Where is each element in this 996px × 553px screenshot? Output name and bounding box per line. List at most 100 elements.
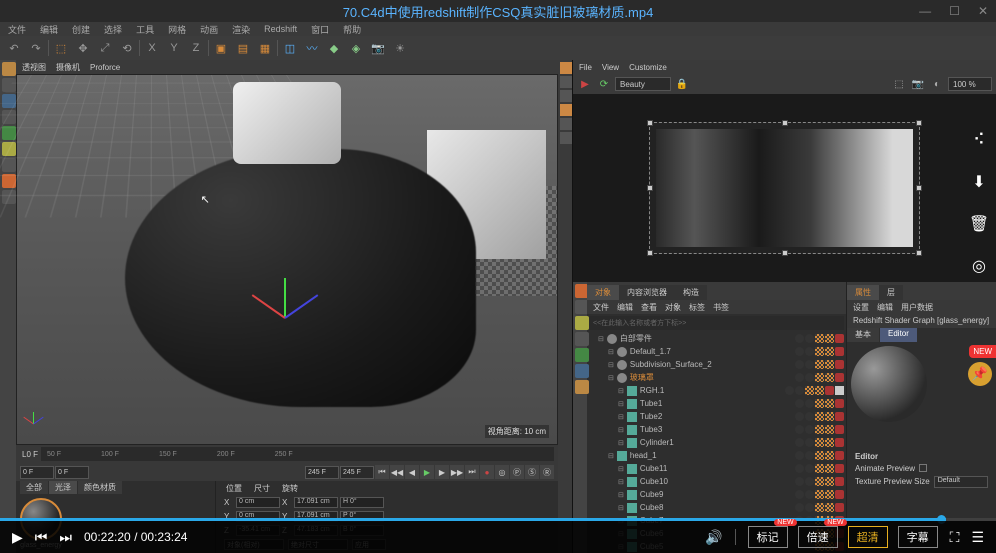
frame-start-field[interactable]: 0 F xyxy=(20,466,54,479)
mat-tab-gloss[interactable]: 光泽 xyxy=(49,481,77,494)
redo-icon[interactable]: ↷ xyxy=(26,38,46,58)
rv-render-icon[interactable]: ▶ xyxy=(577,76,593,92)
rv-channel-icon[interactable]: ◐ xyxy=(929,76,945,92)
mid-tool-5[interactable] xyxy=(560,118,572,130)
attr-preview-sphere[interactable] xyxy=(851,346,927,422)
frame-current-field[interactable]: 0 F xyxy=(55,466,89,479)
cube-icon[interactable]: ◫ xyxy=(280,38,300,58)
light-icon[interactable]: ☀ xyxy=(390,38,410,58)
tree-row[interactable]: ⊟Cylinder1 xyxy=(587,436,846,449)
tab-layer[interactable]: 层 xyxy=(879,285,903,300)
mid-tool-2[interactable] xyxy=(560,76,572,88)
frame-end-field[interactable]: 245 F xyxy=(305,466,339,479)
rv-crop-icon[interactable]: ⬚ xyxy=(891,76,907,92)
renderview-menu[interactable]: File View Customize xyxy=(573,60,996,74)
goto-end-icon[interactable]: ⏭ xyxy=(465,465,479,479)
h-rot-field[interactable]: H 0° xyxy=(340,497,384,508)
undo-icon[interactable]: ↶ xyxy=(4,38,24,58)
tree-row[interactable]: ⊟Tube1 xyxy=(587,397,846,410)
render-settings-icon[interactable]: ▤ xyxy=(233,38,253,58)
mid-tool-1[interactable] xyxy=(560,62,572,74)
rv-snapshot-icon[interactable]: 📷 xyxy=(910,76,926,92)
playlist-icon[interactable]: ☰ xyxy=(971,529,984,546)
timeline-ruler[interactable]: L0 F 50 F 100 F 150 F 200 F 250 F xyxy=(16,445,558,463)
rv-zoom-field[interactable]: 100 % xyxy=(948,77,992,91)
obj-tool-strip[interactable] xyxy=(573,282,587,553)
tree-row[interactable]: ⊟RGH.1 xyxy=(587,384,846,397)
marks-button[interactable]: 标记 NEW xyxy=(748,526,788,548)
tab-objects[interactable]: 对象 xyxy=(587,285,619,300)
mat-tab-all[interactable]: 全部 xyxy=(20,481,48,494)
volume-icon[interactable]: 🔊 xyxy=(705,529,722,546)
mid-tool-3[interactable] xyxy=(560,90,572,102)
region-handle-t[interactable] xyxy=(782,120,788,126)
prev-key-icon[interactable]: ◀◀ xyxy=(390,465,404,479)
coord-tab-size[interactable]: 尺寸 xyxy=(254,483,270,494)
mat-tab-color[interactable]: 颜色材质 xyxy=(78,481,122,494)
spline-icon[interactable]: 〰 xyxy=(302,38,322,58)
key-r-icon[interactable]: Ⓡ xyxy=(540,465,554,479)
select-tool-icon[interactable]: ⬚ xyxy=(51,38,71,58)
tree-row[interactable]: ⊟白部零件 xyxy=(587,332,846,345)
tree-row[interactable]: ⊟Default_1.7 xyxy=(587,345,846,358)
rotate-tool-icon[interactable]: ⟲ xyxy=(117,38,137,58)
attr-tab-editor[interactable]: Editor xyxy=(880,328,917,342)
close-button[interactable]: ✕ xyxy=(978,4,988,18)
subtitle-button[interactable]: 字幕 xyxy=(898,526,938,548)
tree-row[interactable]: ⊟玻璃罩 xyxy=(587,371,846,384)
animate-preview-checkbox[interactable] xyxy=(919,464,927,472)
prev-button[interactable]: ⏮ xyxy=(35,529,48,546)
rv-lock-icon[interactable]: 🔒 xyxy=(674,76,690,92)
tree-row[interactable]: ⊟Tube3 xyxy=(587,423,846,436)
quality-button[interactable]: 超清 xyxy=(848,526,888,548)
coord-tab-pos[interactable]: 位置 xyxy=(226,483,242,494)
mid-tool-4[interactable] xyxy=(560,104,572,116)
mid-tool-6[interactable] xyxy=(560,132,572,144)
scale-tool-icon[interactable]: ⤢ xyxy=(95,38,115,58)
download-icon[interactable]: ⬇ xyxy=(969,172,989,192)
frame-end-field-2[interactable]: 245 F xyxy=(340,466,374,479)
fullscreen-icon[interactable]: ⛶ xyxy=(950,529,960,546)
tree-row[interactable]: ⊟Cube9 xyxy=(587,488,846,501)
play-pause-button[interactable]: ▶ xyxy=(12,529,23,546)
mid-tool-strip[interactable] xyxy=(558,60,572,553)
render-view[interactable] xyxy=(573,94,996,282)
tree-row[interactable]: ⊟Cube8 xyxy=(587,501,846,514)
viewport-tab-cam[interactable]: 摄像机 xyxy=(56,62,80,73)
perspective-viewport[interactable]: ↖ 视角距离: 10 cm xyxy=(16,74,558,445)
x-pos-field[interactable]: 0 cm xyxy=(236,497,280,508)
generator-icon[interactable]: ◆ xyxy=(324,38,344,58)
x-size-field[interactable]: 17.091 cm xyxy=(294,497,338,508)
tab-struct[interactable]: 构造 xyxy=(675,285,707,300)
share-icon[interactable]: ⠪ xyxy=(969,130,989,150)
object-search-field[interactable]: <<在此输入名称或者方下标>> xyxy=(589,316,844,330)
play-icon[interactable]: ▶ xyxy=(420,465,434,479)
z-axis-icon[interactable]: Z xyxy=(186,38,206,58)
main-menu-bar[interactable]: 文件编辑创建选择工具网格动画渲染Redshift窗口帮助 xyxy=(0,22,996,36)
key-p-icon[interactable]: Ⓟ xyxy=(510,465,524,479)
y-axis-icon[interactable]: Y xyxy=(164,38,184,58)
move-tool-icon[interactable]: ✥ xyxy=(73,38,93,58)
goto-start-icon[interactable]: ⏮ xyxy=(375,465,389,479)
region-handle-bl[interactable] xyxy=(647,250,653,256)
viewport-tab-pro[interactable]: Proforce xyxy=(90,63,120,72)
x-axis-icon[interactable]: X xyxy=(142,38,162,58)
render-icon[interactable]: ▣ xyxy=(211,38,231,58)
deformer-icon[interactable]: ◈ xyxy=(346,38,366,58)
region-handle-tl[interactable] xyxy=(647,120,653,126)
speed-button[interactable]: 倍速 NEW xyxy=(798,526,838,548)
rv-ipr-icon[interactable]: ⟳ xyxy=(596,76,612,92)
tab-content[interactable]: 内容浏览器 xyxy=(619,285,675,300)
region-handle-b[interactable] xyxy=(782,250,788,256)
autokey-icon[interactable]: ◎ xyxy=(495,465,509,479)
attr-tab-basic[interactable]: 基本 xyxy=(847,328,879,342)
record-icon[interactable]: ● xyxy=(480,465,494,479)
minimize-button[interactable]: — xyxy=(919,4,931,18)
next-key-icon[interactable]: ▶▶ xyxy=(450,465,464,479)
camera-icon[interactable]: 📷 xyxy=(368,38,388,58)
tex-preview-dropdown[interactable]: Default xyxy=(934,476,988,488)
maximize-button[interactable]: ☐ xyxy=(949,4,960,18)
region-handle-tr[interactable] xyxy=(916,120,922,126)
tab-attr[interactable]: 属性 xyxy=(847,285,879,300)
model-mode-icon[interactable] xyxy=(2,62,16,76)
